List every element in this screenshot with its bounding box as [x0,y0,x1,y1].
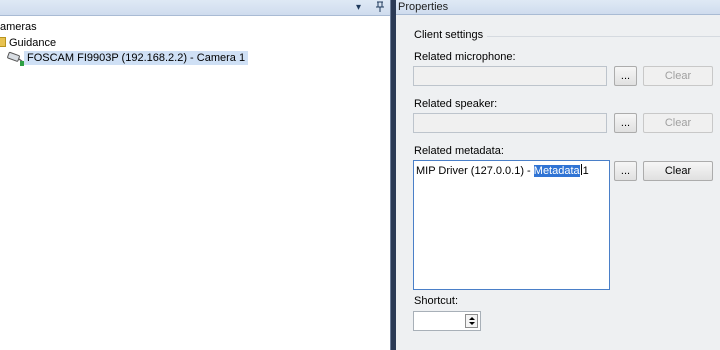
tree-root-cameras[interactable]: ameras [0,20,37,34]
related-microphone-field[interactable] [413,66,607,86]
tree-pane-header: ▾ [0,0,390,16]
text-caret [580,164,582,175]
group-divider [476,36,720,37]
related-speaker-label: Related speaker: [414,98,498,110]
tree-item-label: FOSCAM FI9903P (192.168.2.2) - Camera 1 [27,52,246,64]
spin-down-icon[interactable] [469,322,475,325]
properties-title: Properties [396,0,720,15]
related-metadata-label: Related metadata: [414,145,504,157]
related-metadata-clear-button[interactable]: Clear [643,161,713,181]
tree-item-guidance[interactable]: Guidance [0,36,56,50]
related-speaker-clear-button[interactable]: Clear [643,113,713,133]
spin-up-icon[interactable] [469,317,475,320]
tree-item-label: Guidance [9,37,57,49]
metadata-value-prefix: MIP Driver (127.0.0.1) - [416,165,534,177]
related-metadata-browse-button[interactable]: ... [614,161,637,181]
related-microphone-browse-button[interactable]: ... [614,66,637,86]
related-metadata-field[interactable]: MIP Driver (127.0.0.1) - Metadata 1 [413,160,610,290]
related-microphone-clear-button[interactable]: Clear [643,66,713,86]
related-speaker-browse-button[interactable]: ... [614,113,637,133]
pin-icon[interactable] [376,1,384,16]
spinner-buttons[interactable] [465,314,478,328]
metadata-value-selected: Metadata [533,165,580,177]
folder-icon [0,37,6,47]
shortcut-label: Shortcut: [414,295,459,307]
related-microphone-label: Related microphone: [414,51,516,63]
client-settings-legend: Client settings [414,29,488,41]
tree-root-label: ameras [0,21,37,33]
camera-icon [6,51,26,66]
tree-item-camera-1[interactable]: FOSCAM FI9903P (192.168.2.2) - Camera 1 [24,51,249,65]
shortcut-spinner[interactable] [413,311,481,331]
properties-pane: Properties Client settings Related micro… [396,0,720,350]
pane-dropdown-icon[interactable]: ▾ [356,1,361,14]
cameras-tree-pane: ▾ ameras Guidance FOSCAM FI9903P (192.16… [0,0,390,350]
metadata-value-suffix: 1 [582,165,589,177]
related-speaker-field[interactable] [413,113,607,133]
